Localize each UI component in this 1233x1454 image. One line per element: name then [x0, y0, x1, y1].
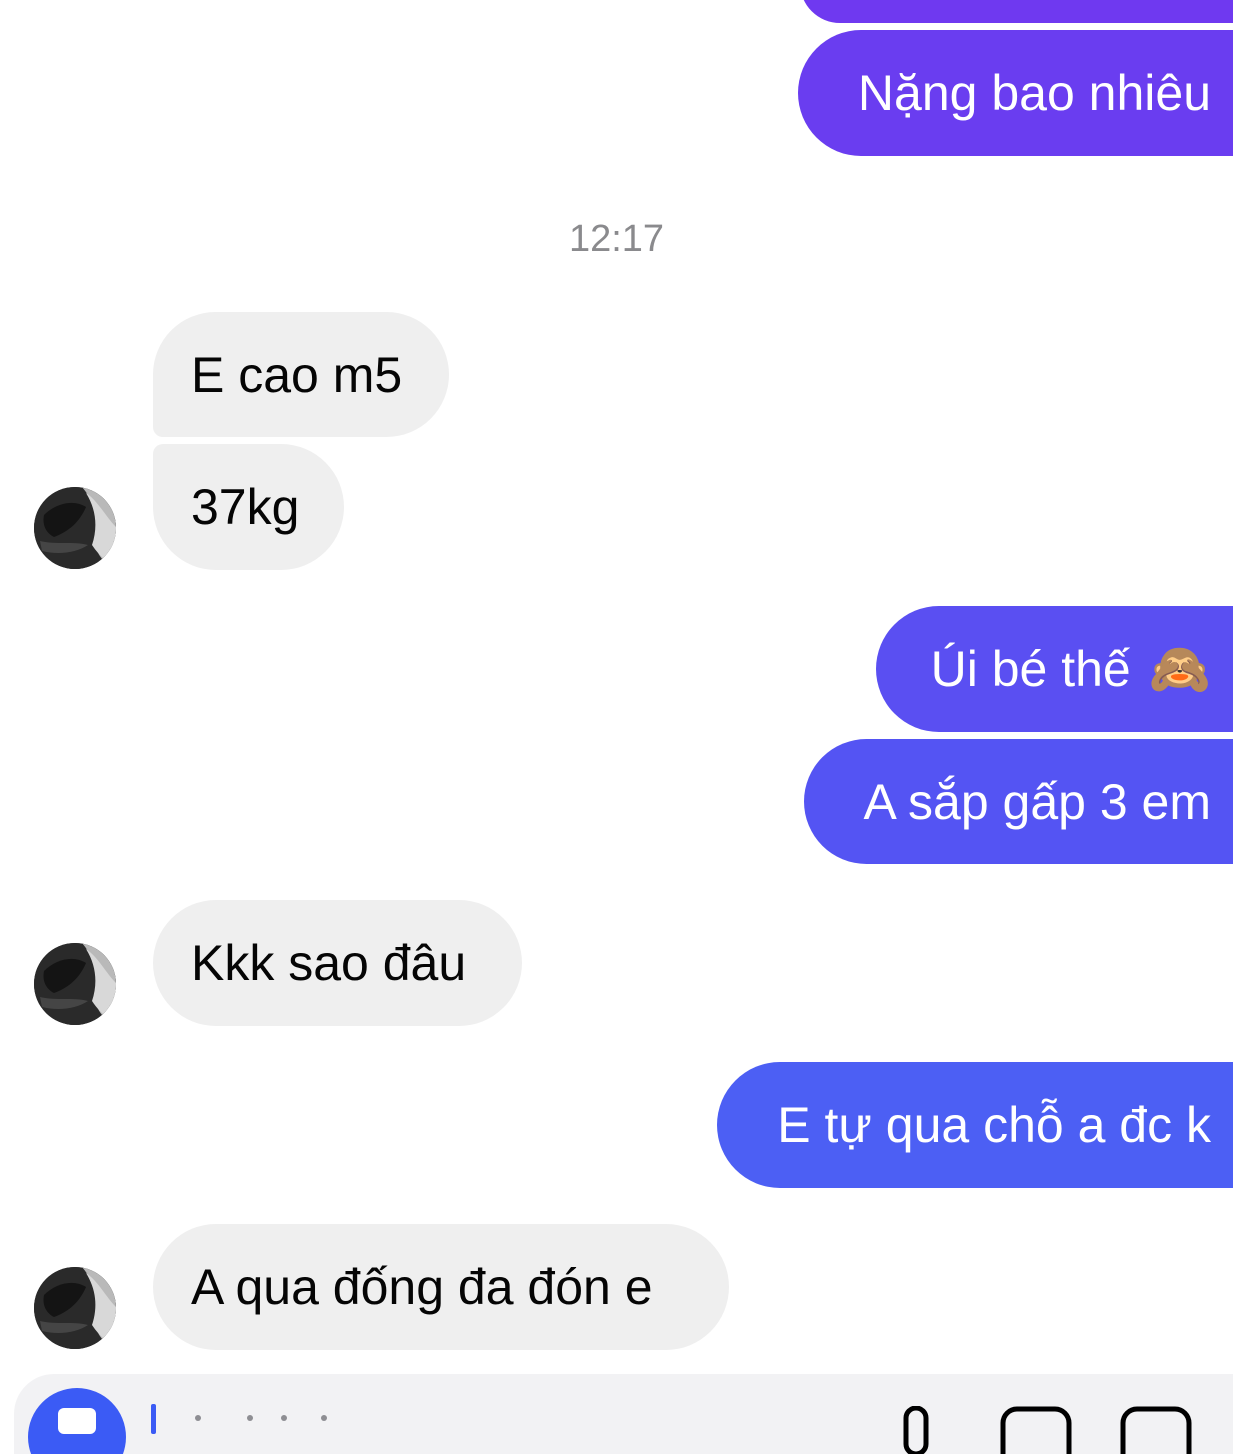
- message-bubble-outgoing-partial[interactable]: [800, 0, 1233, 23]
- message-bubble-incoming[interactable]: 37kg: [153, 444, 344, 570]
- message-bubble-outgoing[interactable]: Nặng bao nhiêu: [798, 30, 1233, 156]
- timestamp: 12:17: [568, 218, 665, 260]
- message-text: Úi bé thế: [930, 641, 1131, 697]
- message-bubble-outgoing[interactable]: A sắp gấp 3 em: [804, 739, 1233, 864]
- message-text: Nặng bao nhiêu: [857, 65, 1211, 121]
- message-text: Kkk sao đâu: [191, 935, 467, 991]
- contact-avatar[interactable]: [34, 1267, 116, 1349]
- contact-avatar[interactable]: [34, 487, 116, 569]
- text-cursor: [151, 1404, 156, 1434]
- message-bubble-incoming[interactable]: E cao m5: [153, 312, 449, 437]
- microphone-icon[interactable]: [896, 1405, 936, 1454]
- contact-avatar[interactable]: [34, 943, 116, 1025]
- message-text: E cao m5: [191, 346, 403, 403]
- message-bubble-incoming[interactable]: A qua đống đa đón e: [153, 1224, 729, 1350]
- see-no-evil-monkey-icon: 🙈: [1148, 641, 1211, 697]
- message-text: A sắp gấp 3 em: [863, 773, 1211, 830]
- image-icon[interactable]: [1000, 1406, 1072, 1454]
- message-bubble-incoming[interactable]: Kkk sao đâu: [153, 900, 522, 1026]
- message-text: A qua đống đa đón e: [191, 1259, 653, 1315]
- camera-icon[interactable]: [28, 1388, 126, 1454]
- message-composer[interactable]: [14, 1374, 1233, 1454]
- message-bubble-outgoing[interactable]: E tự qua chỗ a đc k: [717, 1062, 1233, 1188]
- message-text: 37kg: [191, 479, 300, 535]
- sticker-icon[interactable]: [1120, 1406, 1192, 1454]
- message-text: E tự qua chỗ a đc k: [777, 1097, 1211, 1153]
- message-bubble-outgoing[interactable]: Úi bé thế 🙈: [876, 606, 1233, 732]
- message-input[interactable]: [164, 1374, 864, 1454]
